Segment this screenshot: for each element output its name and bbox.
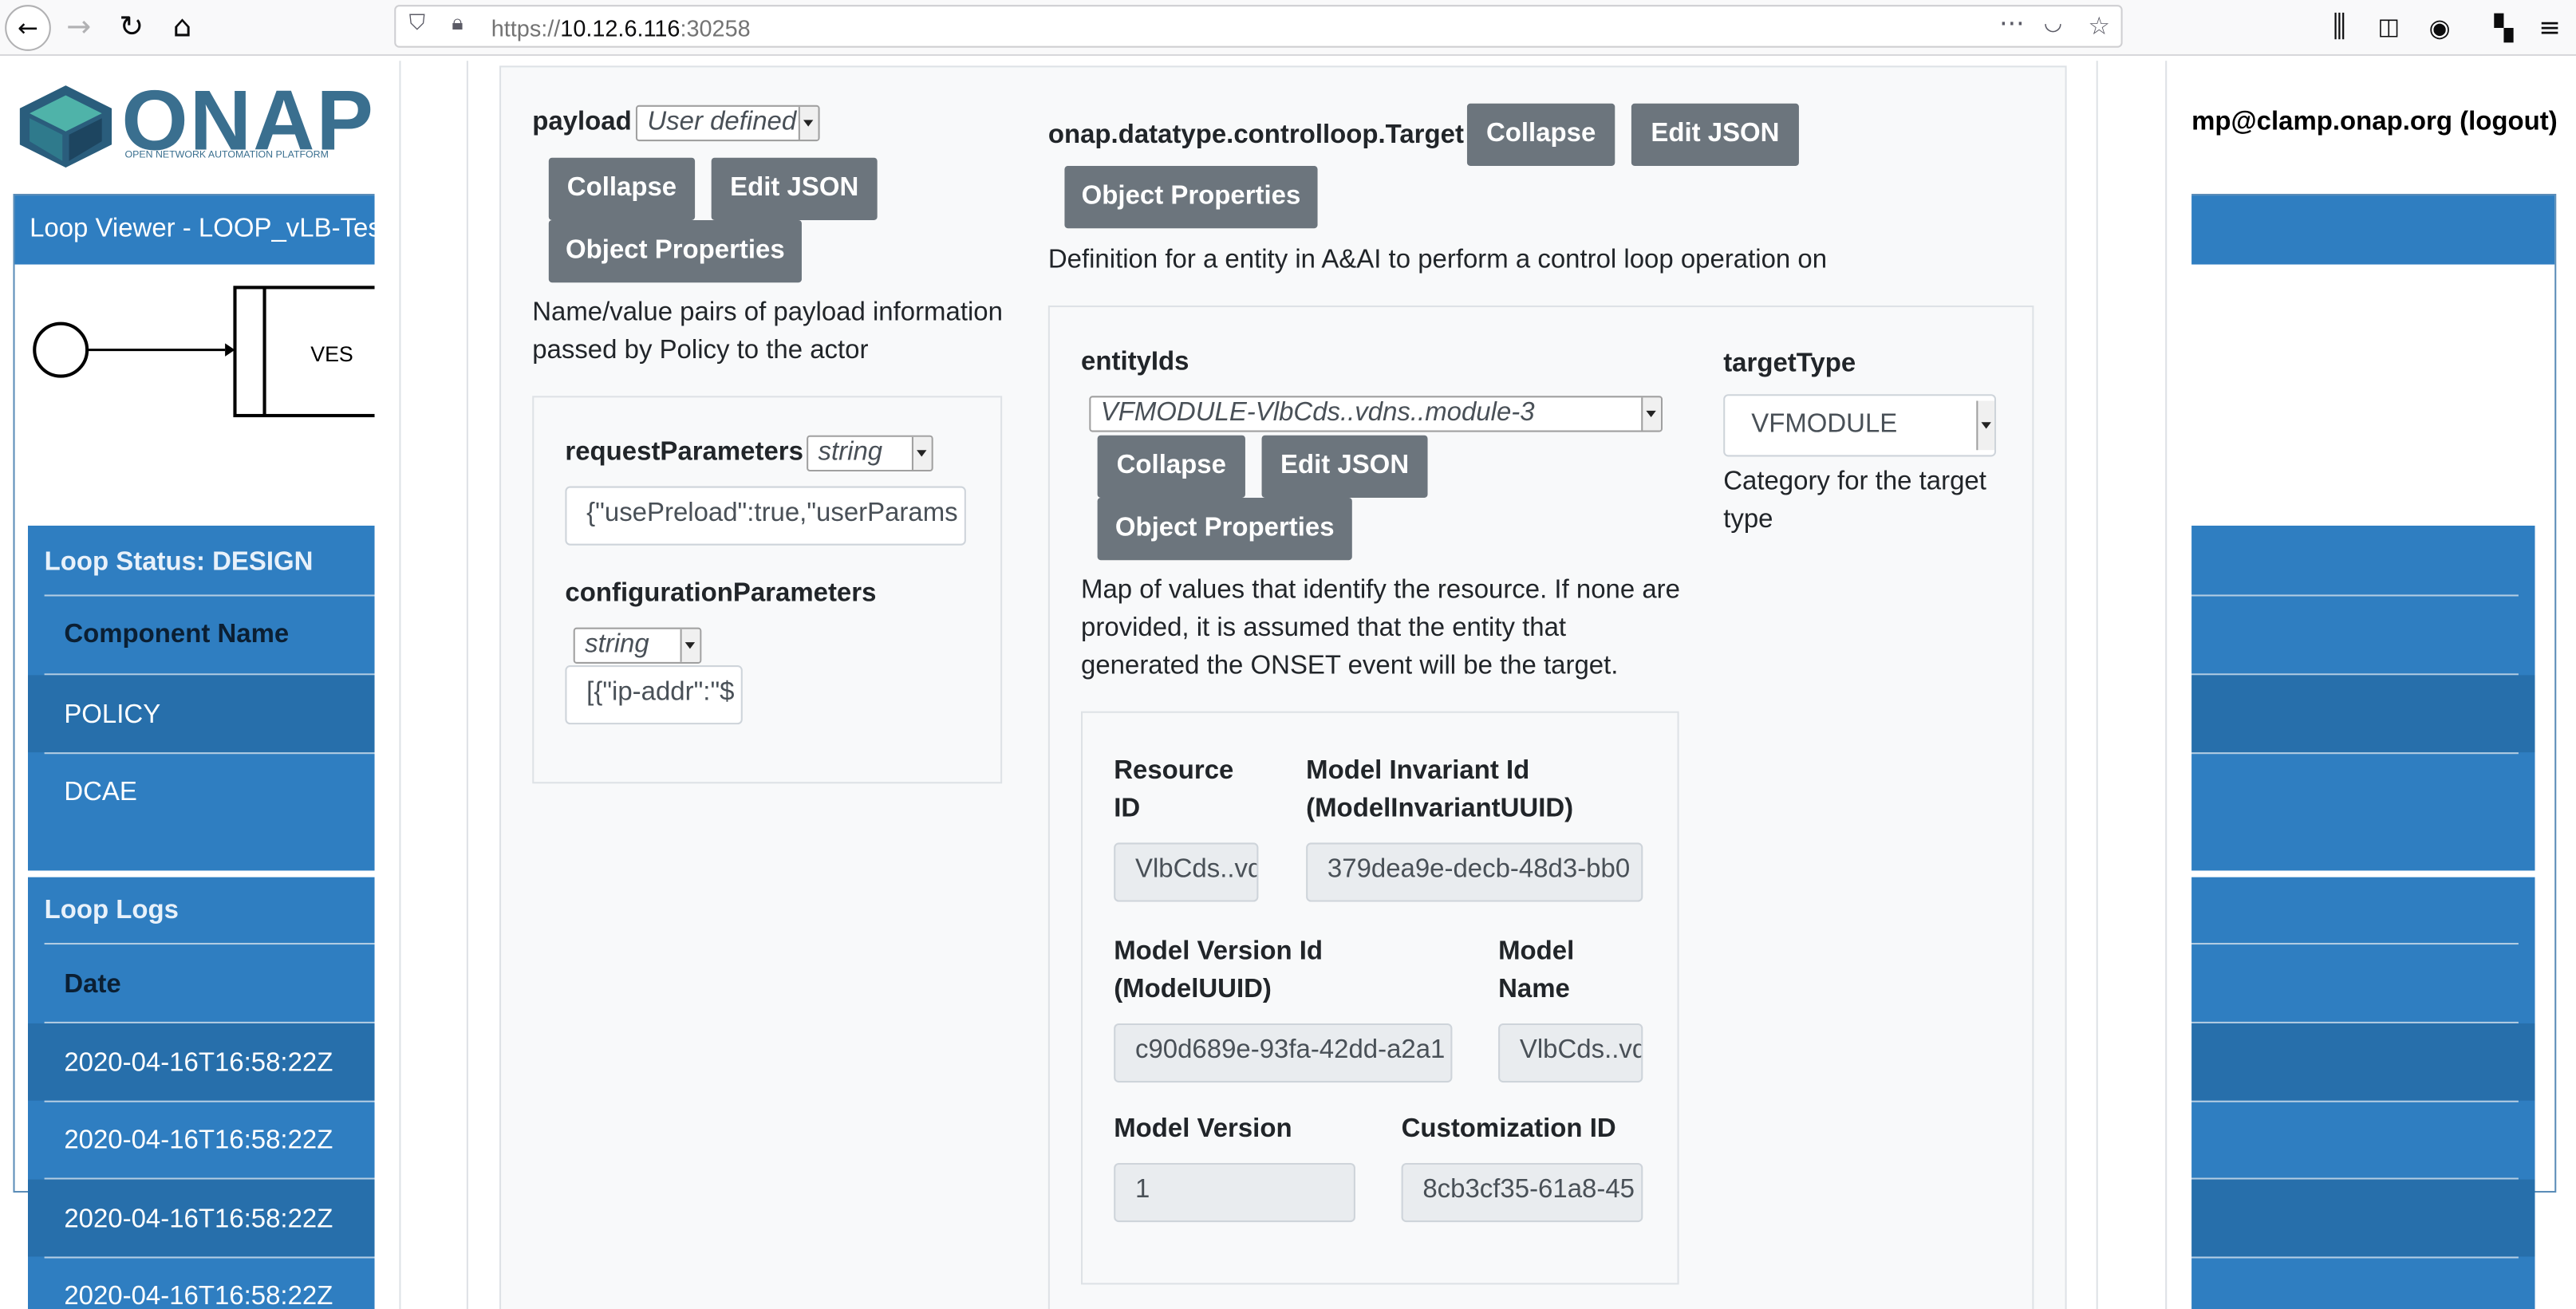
user-logout-link[interactable]: mp@clamp.onap.org (logout): [2191, 108, 2558, 138]
log-date: 2020-04-16T16:58:22Z: [64, 1049, 333, 1078]
configuration-parameters-input[interactable]: [{"ip-addr":"$: [565, 665, 743, 725]
model-version-id-label: Model Version Id (ModelUUID): [1114, 937, 1324, 1004]
menu-icon[interactable]: ≡: [2527, 5, 2573, 49]
policy-editor-modal: payload User defined Collapse Edit JSON …: [374, 61, 2192, 1309]
entity-ids-value: VFMODULE-VlbCds..vdns..module-3: [1100, 399, 1535, 428]
customization-id-input[interactable]: 8cb3cf35-61a8-45: [1401, 1162, 1643, 1223]
log-date: 2020-04-16T16:58:22Z: [64, 1283, 333, 1309]
component-name-header: Component Name: [64, 621, 290, 649]
target-object-properties-button[interactable]: Object Properties: [1064, 165, 1318, 229]
target-collapse-button[interactable]: Collapse: [1466, 103, 1615, 166]
component-dcae[interactable]: DCAE: [64, 779, 137, 808]
target-type-select[interactable]: VFMODULE: [1723, 394, 1997, 457]
account-icon[interactable]: ◉: [2416, 5, 2463, 49]
lock-warning-icon: 🔒︎: [452, 11, 464, 37]
model-name-input[interactable]: VlbCds..vdns..: [1498, 1023, 1643, 1083]
pocket-icon[interactable]: ◡: [2044, 11, 2062, 36]
model-name-label: Model Name: [1498, 937, 1575, 1004]
payload-description: Name/value pairs of payload information …: [532, 298, 1003, 365]
resource-id-input[interactable]: VlbCds..vdns..: [1114, 842, 1259, 902]
payload-object-properties-button[interactable]: Object Properties: [548, 219, 802, 283]
chevron-down-icon: [911, 436, 932, 470]
reload-icon: ↻: [119, 10, 144, 45]
component-policy[interactable]: POLICY: [64, 701, 160, 731]
entity-ids-select[interactable]: VFMODULE-VlbCds..vdns..module-3: [1089, 396, 1663, 432]
model-version-label: Model Version: [1114, 1115, 1292, 1144]
entity-object-properties-button[interactable]: Object Properties: [1097, 497, 1352, 561]
model-version-id-input[interactable]: c90d689e-93fa-42dd-a2a1: [1114, 1023, 1453, 1083]
target-edit-json-button[interactable]: Edit JSON: [1631, 103, 1799, 166]
request-parameters-input[interactable]: {"usePreload":true,"userParams: [565, 486, 966, 546]
target-type-label: targetType: [1723, 349, 1856, 378]
configuration-parameters-type-value: string: [585, 630, 649, 659]
arrow-right-icon: →: [66, 10, 92, 45]
library-icon[interactable]: ⫼: [2317, 5, 2363, 49]
payload-type-select[interactable]: User defined: [635, 104, 820, 142]
resource-id-label: Resource ID: [1114, 757, 1234, 823]
log-date: 2020-04-16T16:58:22Z: [64, 1126, 333, 1155]
model-version-input[interactable]: 1: [1114, 1162, 1355, 1223]
entity-collapse-button[interactable]: Collapse: [1097, 435, 1245, 498]
screen: ← → ↻ ⌂ ⛉ 🔒︎ https://10.12.6.116:30258 ·…: [0, 0, 2576, 1309]
payload-label: payload: [532, 108, 632, 136]
shield-icon: ⛉: [408, 11, 425, 37]
chevron-down-icon: [1641, 397, 1661, 431]
payload-collapse-button[interactable]: Collapse: [548, 157, 696, 220]
model-invariant-id-label: Model Invariant Id (ModelInvariantUUID): [1306, 757, 1574, 823]
url-bar[interactable]: ⛉ 🔒︎ https://10.12.6.116:30258 ··· ◡ ☆: [394, 5, 2123, 48]
loop-status-title: Loop Status: DESIGN: [44, 548, 314, 577]
configuration-parameters-type-select[interactable]: string: [573, 627, 702, 664]
target-label: onap.datatype.controlloop.Target: [1047, 121, 1464, 150]
sidebar-icon[interactable]: ◫: [2365, 5, 2412, 49]
configuration-parameters-label: configurationParameters: [565, 579, 877, 608]
entity-ids-description: Map of values that identify the resource…: [1081, 576, 1680, 680]
entity-edit-json-button[interactable]: Edit JSON: [1261, 435, 1428, 498]
home-button[interactable]: ⌂: [160, 5, 206, 49]
payload-edit-json-button[interactable]: Edit JSON: [711, 157, 878, 220]
customization-id-label: Customization ID: [1401, 1115, 1616, 1144]
browser-toolbar: ← → ↻ ⌂ ⛉ 🔒︎ https://10.12.6.116:30258 ·…: [0, 0, 2576, 57]
target-description: Definition for a entity in A&AI to perfo…: [1047, 246, 1828, 274]
chevron-down-icon: [680, 629, 700, 662]
chevron-down-icon: [798, 106, 819, 140]
request-parameters-type-value: string: [818, 438, 883, 467]
onap-logo-subtitle: OPEN NETWORK AUTOMATION PLATFORM: [124, 151, 329, 161]
extensions-icon[interactable]: ▚: [2481, 5, 2527, 49]
entity-ids-label: entityIds: [1081, 348, 1189, 377]
target-type-description: Category for the target type: [1723, 467, 1986, 534]
reload-button[interactable]: ↻: [108, 5, 155, 49]
page-actions-icon[interactable]: ···: [1999, 8, 2024, 39]
target-type-value: VFMODULE: [1751, 410, 1898, 439]
back-button[interactable]: ←: [5, 5, 51, 51]
onap-logo-icon: [19, 85, 112, 168]
arrow-left-icon: ←: [18, 13, 38, 43]
ves-label: VES: [310, 341, 353, 367]
url-text: https://10.12.6.116:30258: [491, 14, 751, 41]
request-parameters-type-select[interactable]: string: [807, 435, 933, 472]
chevron-down-icon: [1976, 400, 1994, 451]
request-parameters-label: requestParameters: [565, 438, 803, 467]
date-header: Date: [64, 971, 121, 999]
forward-button[interactable]: →: [56, 5, 102, 49]
loop-logs-title: Loop Logs: [44, 897, 179, 925]
log-date: 2020-04-16T16:58:22Z: [64, 1205, 333, 1234]
model-invariant-id-input[interactable]: 379dea9e-decb-48d3-bb0: [1306, 842, 1643, 902]
home-icon: ⌂: [172, 10, 192, 45]
bookmark-star-icon[interactable]: ☆: [2088, 11, 2110, 41]
loop-viewer-title: Loop Viewer - LOOP_vLB-Test: [30, 215, 389, 243]
payload-type-value: User defined: [647, 108, 797, 136]
